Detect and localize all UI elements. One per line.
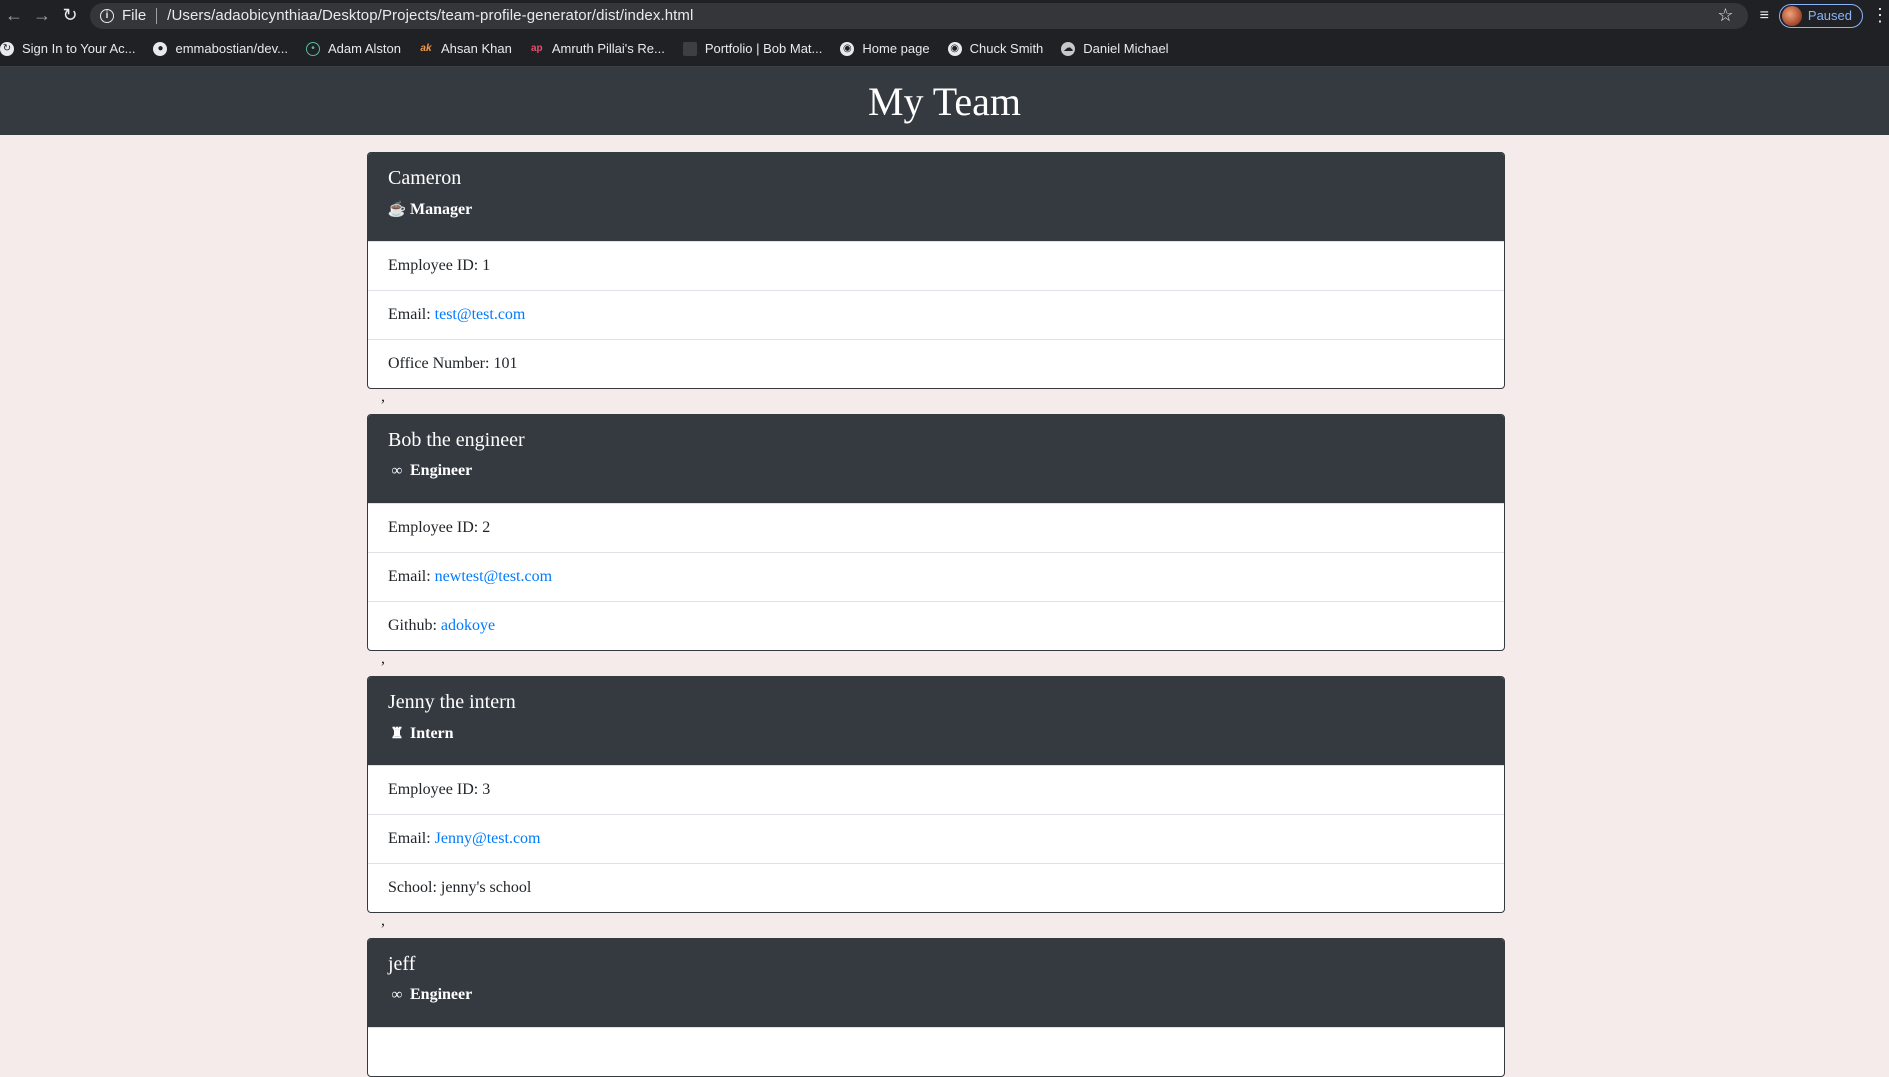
employee-role: ♜ Intern [388, 724, 1484, 743]
mug-icon: ☕ [387, 202, 407, 218]
employee-id: Employee ID: 2 [368, 503, 1504, 552]
cloud-icon: ☁ [1061, 41, 1076, 56]
email-label: Email: [388, 830, 431, 847]
github-icon: ● [153, 41, 168, 56]
bookmark-item[interactable]: ap Amruth Pillai's Re... [530, 41, 665, 56]
url-text[interactable]: /Users/adaobicynthiaa/Desktop/Projects/t… [167, 7, 693, 24]
page-header: My Team [0, 67, 1889, 135]
bookmark-label: Sign In to Your Ac... [22, 41, 136, 56]
profile-button[interactable]: Paused [1778, 3, 1863, 28]
separator-text: , [381, 650, 385, 667]
bookmark-label: Daniel Michael [1083, 41, 1169, 56]
globe-icon: ◉ [840, 41, 855, 56]
bookmark-label: Adam Alston [327, 41, 401, 56]
employee-name: Cameron [388, 167, 462, 189]
bookmark-item[interactable]: ↻ Sign In to Your Ac... [0, 41, 135, 56]
bookmark-star-icon[interactable]: ☆ [1717, 5, 1733, 26]
employee-card: jeff ∞ Engineer [367, 938, 1505, 1077]
refresh-circle-icon: ↻ [0, 41, 14, 56]
separator-text: , [381, 388, 385, 405]
email-link[interactable]: newtest@test.com [435, 568, 552, 586]
employee-card: Bob the engineer ∞ Engineer Employee ID:… [367, 414, 1505, 651]
office-text: Office Number: 101 [388, 355, 518, 372]
employee-role: ∞ Engineer [388, 986, 1484, 1004]
email-link[interactable]: Jenny@test.com [435, 830, 541, 848]
team-list: Cameron ☕ Manager Employee ID: 1 Email: t… [367, 152, 1505, 1077]
card-header: Bob the engineer ∞ Engineer [368, 415, 1504, 503]
email-link[interactable]: test@test.com [435, 306, 526, 324]
reading-list-icon[interactable]: ≡ [1760, 7, 1769, 25]
employee-id: Employee ID: 1 [368, 241, 1504, 290]
id-text: Employee ID: 1 [388, 257, 491, 274]
graduate-icon: ♜ [390, 726, 404, 742]
employee-name: Bob the engineer [388, 429, 525, 451]
browser-toolbar: ← → ↻ i File /Users/adaobicynthiaa/Deskt… [0, 0, 1889, 31]
reload-icon[interactable]: ↻ [56, 2, 84, 30]
role-label: Manager [410, 200, 473, 218]
github-label: Github: [388, 617, 437, 634]
bookmark-item[interactable]: ● emmabostian/dev... [153, 41, 288, 56]
bookmark-item[interactable]: ☁ Daniel Michael [1061, 41, 1169, 56]
employee-name: jeff [388, 953, 416, 975]
github-link[interactable]: adokoye [441, 617, 495, 635]
school-text: School: jenny's school [388, 879, 532, 896]
card-header: Cameron ☕ Manager [368, 153, 1504, 241]
employee-card: Jenny the intern ♜ Intern Employee ID: 3… [367, 676, 1505, 913]
employee-email: Email: newtest@test.com [368, 552, 1504, 601]
bookmark-label: Amruth Pillai's Re... [551, 41, 665, 56]
separator-text: , [381, 912, 385, 929]
employee-id: Employee ID: 3 [368, 765, 1504, 814]
employee-email: Email: Jenny@test.com [368, 814, 1504, 863]
bookmark-item[interactable]: ◉ Home page [840, 41, 930, 56]
employee-role: ☕ Manager [388, 200, 1484, 219]
bookmark-label: Home page [862, 41, 930, 56]
bookmarks-bar: ↻ Sign In to Your Ac... ● emmabostian/de… [0, 31, 1889, 67]
employee-card: Cameron ☕ Manager Employee ID: 1 Email: t… [367, 152, 1505, 389]
bookmark-item[interactable]: • Adam Alston [305, 41, 401, 56]
globe-icon: ◉ [947, 41, 962, 56]
employee-name: Jenny the intern [388, 691, 516, 713]
id-text: Employee ID: 2 [388, 519, 491, 536]
card-header: jeff ∞ Engineer [368, 939, 1504, 1027]
id-text: Employee ID: 3 [388, 781, 491, 798]
back-icon[interactable]: ← [0, 2, 28, 30]
ak-logo-icon: ak [420, 43, 432, 54]
forward-icon[interactable]: → [28, 2, 56, 30]
employee-email: Email: test@test.com [368, 290, 1504, 339]
email-label: Email: [388, 568, 431, 585]
bookmark-item[interactable]: Portfolio | Bob Mat... [682, 41, 823, 56]
role-label: Engineer [410, 986, 473, 1003]
card-header: Jenny the intern ♜ Intern [368, 677, 1504, 765]
role-label: Intern [410, 724, 454, 742]
glasses-icon: ∞ [391, 986, 403, 1003]
page-title: My Team [867, 78, 1022, 124]
atom-icon: • [305, 41, 320, 56]
github: Github: adokoye [368, 601, 1504, 650]
email-label: Email: [388, 306, 431, 323]
divider [156, 7, 158, 24]
school: School: jenny's school [368, 863, 1504, 912]
info-icon[interactable]: i [100, 8, 114, 23]
file-label: File [122, 7, 147, 24]
menu-icon[interactable]: ⋮ [1871, 5, 1889, 26]
bookmark-label: Ahsan Khan [440, 41, 512, 56]
profile-status: Paused [1807, 8, 1852, 23]
bookmark-item[interactable]: ◉ Chuck Smith [947, 41, 1044, 56]
bookmark-label: Portfolio | Bob Mat... [704, 41, 823, 56]
ap-logo-icon: ap [530, 43, 543, 54]
avatar [1781, 5, 1802, 26]
office-number: Office Number: 101 [368, 339, 1504, 388]
role-label: Engineer [410, 462, 473, 479]
bookmark-label: emmabostian/dev... [175, 41, 288, 56]
glasses-icon: ∞ [391, 462, 403, 479]
employee-id [368, 1027, 1504, 1076]
bookmark-item[interactable]: ak Ahsan Khan [419, 41, 512, 56]
bookmark-label: Chuck Smith [969, 41, 1044, 56]
address-bar[interactable]: i File /Users/adaobicynthiaa/Desktop/Pro… [90, 2, 1748, 29]
employee-role: ∞ Engineer [388, 462, 1484, 480]
page-icon [682, 41, 697, 56]
